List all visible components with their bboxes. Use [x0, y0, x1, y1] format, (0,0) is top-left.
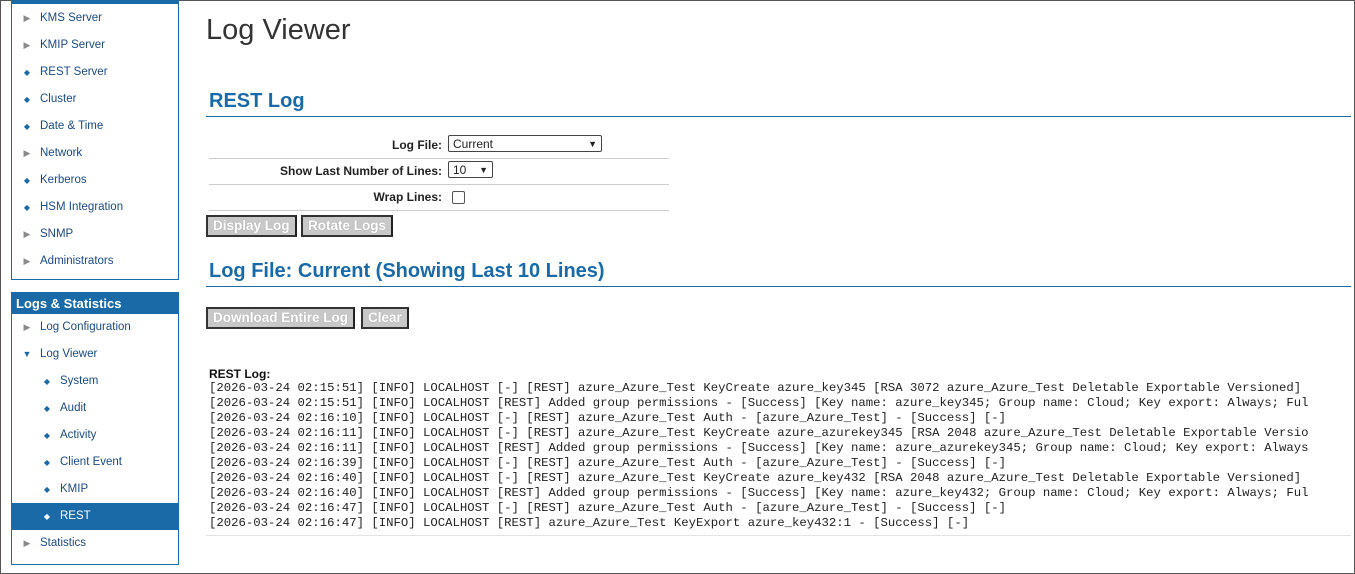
sidebar-item-client-event[interactable]: ◆ Client Event: [12, 449, 178, 476]
log-output: [2026-03-24 02:15:51] [INFO] LOCALHOST […: [209, 381, 1351, 531]
sidebar-item-system[interactable]: ◆ System: [12, 368, 178, 395]
sidebar-item-audit[interactable]: ◆ Audit: [12, 395, 178, 422]
sidebar-item-label: Administrators: [40, 255, 114, 267]
log-line: [2026-03-24 02:16:40] [INFO] LOCALHOST […: [209, 486, 1309, 500]
log-line: [2026-03-24 02:16:10] [INFO] LOCALHOST […: [209, 411, 1006, 425]
section-divider: [206, 116, 1351, 117]
rotate-logs-button[interactable]: Rotate Logs: [301, 215, 394, 237]
sidebar-item-rest[interactable]: ◆ REST: [12, 503, 178, 530]
sidebar-item-label: Client Event: [60, 456, 123, 468]
caret-right-icon: ▶: [23, 40, 31, 50]
section-title-log-file: Log File: Current (Showing Last 10 Lines…: [209, 260, 605, 282]
sidebar-item-label: SNMP: [40, 228, 74, 240]
sidebar-item-hsm-integration[interactable]: ◆ HSM Integration: [12, 194, 178, 221]
panel-header-bar: [12, 0, 178, 4]
log-line: [2026-03-24 02:16:47] [INFO] LOCALHOST […: [209, 501, 1006, 515]
sidebar-item-label: KMIP: [60, 483, 89, 495]
sidebar-item-label: Cluster: [40, 93, 77, 105]
log-file-row: Log File: Current ▼: [209, 132, 669, 159]
bullet-icon: ◆: [23, 203, 31, 212]
caret-right-icon: ▶: [23, 256, 31, 266]
sidebar-item-label: KMS Server: [40, 12, 102, 24]
sidebar-item-log-configuration[interactable]: ▶ Log Configuration: [12, 314, 178, 341]
log-bottom-divider: [206, 535, 1351, 536]
bullet-icon: ◆: [43, 404, 51, 413]
bullet-icon: ◆: [43, 485, 51, 494]
sidebar-item-kms-server[interactable]: ▶ KMS Server: [12, 5, 178, 32]
sidebar-item-snmp[interactable]: ▶ SNMP: [12, 221, 178, 248]
sidebar-item-label: Statistics: [40, 537, 87, 549]
bullet-icon: ◆: [23, 122, 31, 131]
chevron-down-icon: ▼: [479, 165, 488, 175]
bullet-icon: ◆: [43, 458, 51, 467]
wrap-label: Wrap Lines:: [373, 190, 442, 204]
sidebar-item-label: Kerberos: [40, 174, 87, 186]
sidebar-item-label: System: [60, 375, 99, 387]
caret-right-icon: ▶: [23, 13, 31, 23]
log-file-select[interactable]: Current ▼: [448, 135, 602, 152]
download-log-button[interactable]: Download Entire Log: [206, 307, 355, 329]
sidebar-item-activity[interactable]: ◆ Activity: [12, 422, 178, 449]
bullet-icon: ◆: [43, 512, 51, 521]
sidebar-item-administrators[interactable]: ▶ Administrators: [12, 248, 178, 275]
sidebar-item-label: Activity: [60, 429, 97, 441]
caret-right-icon: ▶: [23, 322, 31, 332]
sidebar-item-kmip[interactable]: ◆ KMIP: [12, 476, 178, 503]
sidebar-item-label: REST: [60, 510, 91, 522]
log-file-label: Log File:: [392, 138, 442, 152]
caret-right-icon: ▶: [23, 229, 31, 239]
clear-button[interactable]: Clear: [361, 307, 409, 329]
sidebar-item-network[interactable]: ▶ Network: [12, 140, 178, 167]
sidebar-item-date-time[interactable]: ◆ Date & Time: [12, 113, 178, 140]
display-log-button[interactable]: Display Log: [206, 215, 297, 237]
sidebar-item-label: Log Viewer: [40, 348, 98, 360]
log-line: [2026-03-24 02:16:47] [INFO] LOCALHOST […: [209, 516, 970, 530]
bullet-icon: ◆: [23, 95, 31, 104]
sidebar-item-label: Date & Time: [40, 120, 104, 132]
lines-select[interactable]: 10 ▼: [448, 161, 493, 178]
sidebar-item-label: Audit: [60, 402, 87, 414]
sidebar-item-label: KMIP Server: [40, 39, 105, 51]
log-line: [2026-03-24 02:15:51] [INFO] LOCALHOST […: [209, 381, 1302, 395]
caret-right-icon: ▶: [23, 148, 31, 158]
sidebar-logs-title: Logs & Statistics: [12, 293, 178, 314]
sidebar-config-list: ▶ KMS Server ▶ KMIP Server ◆ REST Server ◆ Clus…: [12, 5, 178, 275]
sidebar-item-label: Network: [40, 147, 83, 159]
sidebar-item-label: Log Configuration: [40, 321, 131, 333]
chevron-down-icon: ▼: [588, 139, 597, 149]
wrap-lines-checkbox[interactable]: [452, 191, 465, 204]
section-title-rest-log: REST Log: [209, 90, 305, 112]
sidebar-item-cluster[interactable]: ◆ Cluster: [12, 86, 178, 113]
sidebar-logs-list: ▶ Log Configuration ▼ Log Viewer ◆ System ◆ Aud…: [12, 314, 178, 557]
log-line: [2026-03-24 02:15:51] [INFO] LOCALHOST […: [209, 396, 1309, 410]
sidebar-logs-panel: Logs & Statistics ▶ Log Configuration ▼ Log…: [11, 292, 179, 565]
lines-label: Show Last Number of Lines:: [279, 164, 442, 178]
caret-down-icon: ▼: [22, 349, 32, 359]
caret-right-icon: ▶: [23, 538, 31, 548]
lines-select-value: 10: [453, 163, 467, 177]
bullet-icon: ◆: [43, 431, 51, 440]
log-line: [2026-03-24 02:16:39] [INFO] LOCALHOST […: [209, 456, 1006, 470]
sidebar-item-log-viewer[interactable]: ▼ Log Viewer: [12, 341, 178, 368]
sidebar-item-rest-server[interactable]: ◆ REST Server: [12, 59, 178, 86]
page-title: Log Viewer: [206, 14, 351, 46]
sidebar-config-panel: ▶ KMS Server ▶ KMIP Server ◆ REST Server ◆ Clus…: [11, 0, 179, 280]
sidebar-item-label: HSM Integration: [40, 201, 124, 213]
sidebar-item-statistics[interactable]: ▶ Statistics: [12, 530, 178, 557]
log-line: [2026-03-24 02:16:11] [INFO] LOCALHOST […: [209, 426, 1309, 440]
section-divider: [206, 286, 1351, 287]
sidebar-item-label: REST Server: [40, 66, 108, 78]
log-line: [2026-03-24 02:16:40] [INFO] LOCALHOST […: [209, 471, 1302, 485]
bullet-icon: ◆: [23, 68, 31, 77]
log-file-select-value: Current: [453, 137, 494, 151]
bullet-icon: ◆: [43, 377, 51, 386]
lines-row: Show Last Number of Lines: 10 ▼: [209, 158, 669, 185]
wrap-row: Wrap Lines:: [209, 184, 669, 211]
log-line: [2026-03-24 02:16:11] [INFO] LOCALHOST […: [209, 441, 1309, 455]
bullet-icon: ◆: [23, 176, 31, 185]
sidebar-item-kmip-server[interactable]: ▶ KMIP Server: [12, 32, 178, 59]
sidebar-item-kerberos[interactable]: ◆ Kerberos: [12, 167, 178, 194]
log-heading: REST Log:: [209, 367, 271, 381]
